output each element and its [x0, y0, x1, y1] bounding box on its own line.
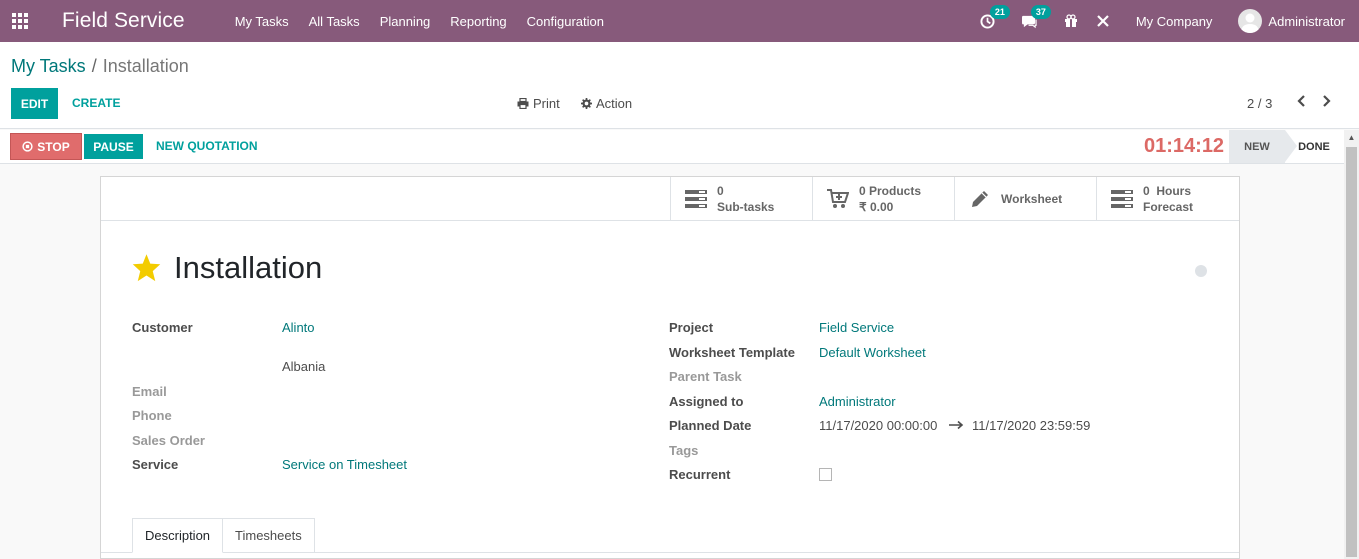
- pager-value[interactable]: 2 / 3: [1247, 96, 1272, 111]
- message-count-badge: 37: [1030, 4, 1051, 19]
- project-value[interactable]: Field Service: [819, 320, 894, 335]
- menu-my-tasks[interactable]: My Tasks: [235, 14, 289, 29]
- planned-date-end[interactable]: 11/17/2020 23:59:59: [972, 418, 1090, 433]
- print-label: Print: [533, 96, 560, 111]
- arrow-right-icon: [949, 418, 964, 433]
- pause-timer-button[interactable]: PAUSE: [84, 134, 143, 159]
- activity-count-badge: 21: [989, 4, 1010, 19]
- print-button[interactable]: Print: [517, 96, 560, 111]
- control-panel: My Tasks / Installation EDIT CREATE Print …: [0, 42, 1359, 129]
- stage-new[interactable]: NEW: [1229, 130, 1297, 163]
- menu-planning[interactable]: Planning: [380, 14, 431, 29]
- subtasks-label: Sub-tasks: [717, 200, 775, 214]
- main-menu: My Tasks All Tasks Planning Reporting Co…: [235, 14, 624, 29]
- company-switcher[interactable]: My Company: [1136, 14, 1213, 29]
- action-label: Action: [596, 96, 633, 111]
- messages-icon[interactable]: 37: [1021, 4, 1051, 29]
- activity-icon[interactable]: 21: [980, 4, 1010, 29]
- form-sheet: 0 Sub-tasks 0 Products ₹ 0.00 Worksheet 0 …: [100, 176, 1240, 559]
- avatar[interactable]: [1238, 9, 1263, 33]
- stop-label: STOP: [37, 139, 70, 154]
- form-statusbar: STOP PAUSE NEW QUOTATION 01:14:12 NEW DO…: [0, 130, 1359, 164]
- cart-plus-icon: [827, 189, 849, 209]
- stop-circle-icon: [22, 141, 33, 152]
- app-brand[interactable]: Field Service: [62, 9, 185, 33]
- worksheet-template-label: Worksheet Template: [669, 345, 795, 360]
- assigned-to-label: Assigned to: [669, 394, 744, 409]
- assigned-to-value[interactable]: Administrator: [819, 394, 896, 409]
- stop-timer-button[interactable]: STOP: [10, 133, 82, 160]
- project-label: Project: [669, 320, 714, 335]
- priority-star-icon[interactable]: [131, 253, 162, 283]
- planned-date-label: Planned Date: [669, 418, 752, 433]
- server-icon: [1111, 190, 1133, 208]
- recurrent-label: Recurrent: [669, 467, 731, 482]
- recurrent-checkbox[interactable]: [819, 468, 832, 481]
- edit-button[interactable]: EDIT: [11, 88, 58, 119]
- stage-done[interactable]: DONE: [1290, 130, 1338, 163]
- kanban-state-dot[interactable]: [1195, 265, 1207, 277]
- tags-label: Tags: [669, 443, 699, 458]
- apps-menu-icon[interactable]: [0, 0, 40, 42]
- breadcrumb: My Tasks / Installation: [11, 56, 189, 77]
- timer-display: 01:14:12: [1144, 135, 1225, 157]
- top-navbar: Field Service My Tasks All Tasks Plannin…: [0, 0, 1359, 42]
- user-menu[interactable]: Administrator: [1268, 14, 1345, 29]
- create-button[interactable]: CREATE: [72, 96, 120, 110]
- worksheet-smart-button[interactable]: Worksheet: [954, 177, 1096, 221]
- debug-tools-icon[interactable]: [1096, 14, 1110, 28]
- service-label: Service: [132, 457, 179, 472]
- tab-description[interactable]: Description: [132, 518, 224, 553]
- worksheet-label: Worksheet: [1001, 192, 1063, 206]
- pencil-icon: [969, 189, 991, 209]
- service-value[interactable]: Service on Timesheet: [282, 457, 407, 472]
- task-title-row: Installation: [131, 250, 322, 286]
- notebook-tabs: Description Timesheets: [132, 518, 315, 553]
- systray: 21 37 My Company Administrator: [980, 0, 1359, 42]
- scroll-thumb[interactable]: [1346, 147, 1357, 557]
- menu-configuration[interactable]: Configuration: [527, 14, 604, 29]
- new-quotation-button[interactable]: NEW QUOTATION: [156, 139, 258, 153]
- hours-label: Forecast: [1143, 200, 1194, 214]
- products-smart-button[interactable]: 0 Products ₹ 0.00: [812, 177, 954, 221]
- parent-task-label: Parent Task: [669, 369, 742, 384]
- tasks-icon: [685, 190, 707, 208]
- breadcrumb-separator: /: [91, 56, 97, 76]
- customer-value[interactable]: Alinto: [282, 320, 315, 335]
- subtasks-count: 0: [717, 184, 724, 198]
- worksheet-template-value[interactable]: Default Worksheet: [819, 345, 926, 360]
- subtasks-smart-button[interactable]: 0 Sub-tasks: [670, 177, 812, 221]
- products-amount: ₹ 0.00: [859, 200, 894, 214]
- pager-previous-icon[interactable]: [1296, 94, 1306, 113]
- tab-timesheets[interactable]: Timesheets: [223, 518, 315, 553]
- breadcrumb-current: Installation: [102, 56, 189, 76]
- gear-icon: [581, 98, 592, 109]
- menu-reporting[interactable]: Reporting: [450, 14, 506, 29]
- scroll-up-arrow-icon[interactable]: ▲: [1344, 130, 1359, 145]
- action-button[interactable]: Action: [581, 96, 632, 111]
- customer-label: Customer: [132, 320, 193, 335]
- products-count: 0 Products: [859, 184, 922, 198]
- menu-all-tasks[interactable]: All Tasks: [309, 14, 360, 29]
- sales-order-label: Sales Order: [132, 433, 205, 448]
- customer-address: Albania: [282, 359, 326, 374]
- planned-date-start[interactable]: 11/17/2020 00:00:00: [819, 418, 937, 433]
- email-label: Email: [132, 384, 167, 399]
- print-icon: [517, 98, 529, 109]
- vertical-scrollbar[interactable]: ▲: [1344, 130, 1359, 559]
- smart-button-box: 0 Sub-tasks 0 Products ₹ 0.00 Worksheet 0 …: [101, 177, 1239, 221]
- phone-label: Phone: [132, 408, 172, 423]
- hours-smart-button[interactable]: 0 Hours Forecast: [1096, 177, 1239, 221]
- pager-next-icon[interactable]: [1322, 94, 1332, 113]
- hours-count: 0 Hours: [1143, 184, 1192, 198]
- breadcrumb-parent[interactable]: My Tasks: [11, 56, 86, 76]
- gift-icon[interactable]: [1064, 14, 1078, 28]
- task-title[interactable]: Installation: [174, 250, 322, 286]
